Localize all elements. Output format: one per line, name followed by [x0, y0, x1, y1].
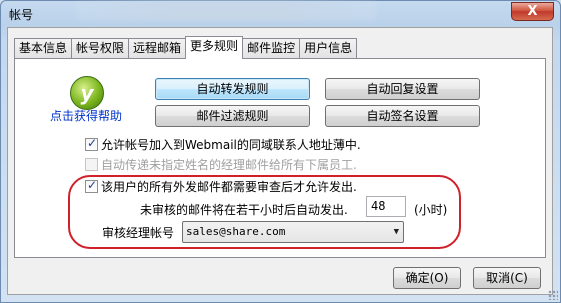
require-review-option[interactable]: 该用户的所有外发邮件都需要审查后才允许发出.: [85, 178, 357, 195]
blurred-background: [76, 1, 376, 21]
webmail-contacts-checkbox[interactable]: [85, 136, 98, 151]
webmail-contacts-option[interactable]: 允许帐号加入到Webmail的同域联系人地址薄中.: [85, 136, 361, 153]
manager-account-value: sales@share.com: [186, 225, 286, 238]
chevron-down-icon: ▼: [393, 227, 399, 237]
tab-more-rules[interactable]: 更多规则: [185, 36, 244, 59]
mail-filter-rules-button[interactable]: 邮件过滤规则: [155, 105, 310, 127]
resize-grip-icon[interactable]: [548, 290, 558, 300]
auto-reply-settings-button[interactable]: 自动回复设置: [325, 78, 480, 100]
timeout-hours-input[interactable]: 48: [366, 196, 406, 217]
tab-strip: 基本信息 帐号权限 远程邮箱 更多规则 邮件监控 用户信息: [14, 36, 358, 59]
tab-account-permissions[interactable]: 帐号权限: [71, 38, 130, 58]
require-review-checkbox[interactable]: [85, 178, 98, 193]
tab-basic-info[interactable]: 基本信息: [14, 38, 73, 58]
manager-forward-label: 自动传递未指定姓名的经理邮件给所有下属员工.: [101, 158, 357, 172]
close-button[interactable]: X: [511, 2, 554, 21]
ok-button[interactable]: 确定(O): [393, 267, 461, 289]
manager-account-select[interactable]: sales@share.com ▼: [182, 221, 404, 243]
manager-forward-checkbox: [85, 158, 98, 171]
cancel-button[interactable]: 取消(C): [473, 267, 541, 289]
title-bar[interactable]: 帐号 X: [1, 1, 560, 29]
help-logo-icon[interactable]: y: [70, 76, 104, 110]
require-review-label: 该用户的所有外发邮件都需要审查后才允许发出.: [101, 180, 357, 194]
tab-user-info[interactable]: 用户信息: [299, 38, 358, 58]
manager-account-label: 审核经理帐号: [102, 226, 175, 240]
webmail-contacts-label: 允许帐号加入到Webmail的同域联系人地址薄中.: [101, 138, 361, 152]
timeout-label: 未审核的邮件将在若干小时后自动发出.: [140, 203, 348, 217]
tab-mail-monitor[interactable]: 邮件监控: [242, 38, 301, 58]
tab-remote-mailbox[interactable]: 远程邮箱: [128, 38, 187, 58]
logo-glyph: y: [80, 81, 94, 105]
manager-forward-option: 自动传递未指定姓名的经理邮件给所有下属员工.: [85, 156, 357, 173]
auto-signature-settings-button[interactable]: 自动签名设置: [325, 105, 480, 127]
timeout-unit-label: (小时): [414, 203, 448, 217]
auto-forward-rules-button[interactable]: 自动转发规则: [155, 78, 310, 100]
help-link[interactable]: 点击获得帮助: [50, 107, 122, 124]
window-title: 帐号: [9, 8, 34, 22]
